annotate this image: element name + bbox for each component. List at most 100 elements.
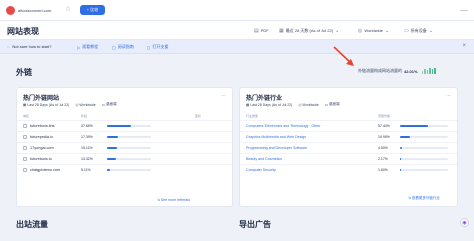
card-title: 热门外链网站 <box>23 96 60 102</box>
row-share: 13.32% <box>81 156 93 161</box>
date-range-select[interactable]: ▦ 最近 28 天数 (As of Jul 22) ⌄ <box>279 26 339 35</box>
see-more-industries-link[interactable]: ⇲ 查看更多外链行业 <box>408 196 440 201</box>
row-domain[interactable]: futurepedia.io <box>30 135 53 139</box>
region-select[interactable]: ◎ Worldwide ⌄ <box>358 26 389 35</box>
more-options-icon[interactable]: ⋯ <box>221 93 226 99</box>
card-filters: ▦ Last 28 Days (As of Jul 22) ◎ Worldwide … <box>246 102 340 107</box>
banner-question: ◌ Not sure how to start? <box>7 44 52 49</box>
more-options-icon[interactable]: ⋯ <box>446 93 451 99</box>
device-icon: ▭ <box>101 102 105 107</box>
share-bar <box>107 136 151 138</box>
row-domain[interactable]: futuretools.link <box>30 124 54 128</box>
chat-help-icon[interactable]: ◉ <box>460 218 469 227</box>
calendar-icon: ▦ <box>279 27 284 34</box>
row-domain[interactable]: futuretools.io <box>30 157 52 161</box>
mini-trend-bar <box>434 68 436 74</box>
menu-line-icon[interactable] <box>460 10 468 11</box>
open-support-link[interactable]: ◻ 打开支援 <box>147 44 168 50</box>
device-icon: ▭ <box>404 27 409 34</box>
share-bar-fill <box>400 125 428 127</box>
table-row[interactable]: Programming and Developer Software 4.50% <box>240 142 457 152</box>
close-icon[interactable]: × <box>462 43 466 49</box>
table-row[interactable]: 17yongai.com 15.11% <box>17 142 232 152</box>
share-bar-fill <box>400 158 401 160</box>
row-share: 17.39% <box>81 134 93 139</box>
row-industry[interactable]: Graphics Multimedia and Web Design <box>246 135 306 139</box>
share-bar-fill <box>107 169 111 171</box>
calendar-icon: ▦ <box>246 102 250 107</box>
table-row[interactable]: futuretools.io 13.32% <box>17 153 232 163</box>
table-row[interactable]: Graphics Multimedia and Web Design 19.99% <box>240 131 457 141</box>
table-row[interactable]: futurepedia.io 17.39% <box>17 131 232 141</box>
share-bar <box>107 125 151 127</box>
section-title-display-ads: 导出广告 <box>239 220 271 229</box>
top-bar: aitoolsconvert.com ☆ + 比较 <box>0 0 474 21</box>
row-share: 37.65% <box>81 123 93 128</box>
device-select[interactable]: ▭ 所有设备 ⌄ <box>404 26 433 35</box>
column-header-industry: 行业类型 <box>246 114 259 118</box>
page-header: 网站表现 ▤ PDF ▦ 最近 28 天数 (As of Jul 22) ⌄ ◎… <box>0 21 474 40</box>
lightbulb-icon: ◌ <box>7 44 10 49</box>
section-title-outgoing: 出站流量 <box>16 220 48 229</box>
site-favicon-icon <box>23 168 27 172</box>
table-row[interactable]: futuretools.link 37.65% <box>17 120 232 130</box>
row-industry[interactable]: Computer Security <box>246 168 276 172</box>
mini-trend-bar <box>426 70 429 74</box>
table-row[interactable]: Computers Electronics and Technology · O… <box>240 120 457 130</box>
share-bar <box>400 169 448 171</box>
compare-button[interactable]: + 比较 <box>80 5 105 15</box>
play-icon: ▷ <box>77 44 81 50</box>
table-row[interactable]: Computer Security 1.60% <box>240 164 457 174</box>
see-more-referrals-link[interactable]: ⇲ See more referrals <box>157 198 190 202</box>
pdf-button[interactable]: ▤ PDF <box>254 26 269 35</box>
calendar-icon: ▦ <box>23 102 27 107</box>
share-bar <box>400 136 448 138</box>
site-favicon-icon <box>6 6 15 15</box>
section-title-backlinks: 外链 <box>16 68 32 77</box>
arrow-icon: ⇲ <box>157 198 160 202</box>
watch-tutorial-link[interactable]: ▷ 观看教程 <box>77 44 98 50</box>
globe-icon: ◎ <box>298 102 302 107</box>
share-bar <box>400 158 448 160</box>
mini-trend-bar <box>431 69 434 74</box>
read-guide-link[interactable]: ▢ 阅读指南 <box>112 44 134 50</box>
mini-trend-chart <box>421 68 436 74</box>
globe-icon: ◎ <box>75 102 79 107</box>
share-bar-fill <box>107 125 132 127</box>
share-bar-fill <box>107 147 117 149</box>
share-bar-fill <box>400 169 401 171</box>
row-share: 5.11% <box>81 167 91 172</box>
table-row[interactable]: Beauty and Cosmetics 2.17% <box>240 153 457 163</box>
mini-trend-bar <box>421 71 424 74</box>
site-favicon-icon <box>23 146 27 150</box>
star-icon[interactable]: ☆ <box>65 6 71 13</box>
row-industry[interactable]: Computers Electronics and Technology · O… <box>246 124 320 128</box>
share-bar-fill <box>107 158 116 160</box>
chevron-down-icon: ⌄ <box>335 27 340 34</box>
row-industry[interactable]: Programming and Developer Software <box>246 146 307 150</box>
mini-trend-bar <box>424 69 426 74</box>
row-share: 15.11% <box>81 145 93 150</box>
share-bar-fill <box>107 136 119 138</box>
row-domain[interactable]: chatgptdemo.com <box>30 168 60 172</box>
share-bar <box>400 125 448 127</box>
table-row[interactable]: chatgptdemo.com 5.11% <box>17 164 232 174</box>
support-icon: ◻ <box>147 44 151 50</box>
card-filters: ▦ Last 28 Days (As of Jul 22) ◎ Worldwide … <box>23 102 117 107</box>
row-domain[interactable]: 17yongai.com <box>30 146 54 150</box>
top-referring-sites-card: 热门外链网站 ⋯ ▦ Last 28 Days (As of Jul 22) ◎ W… <box>16 87 233 207</box>
help-banner: ◌ Not sure how to start? ▷ 观看教程 ▢ 阅读指南 ◻… <box>0 40 474 54</box>
chevron-down-icon: ⌄ <box>428 27 433 34</box>
row-share: 1.60% <box>378 167 388 172</box>
book-icon: ▢ <box>112 44 116 50</box>
column-header-share: 外链 <box>81 114 88 118</box>
backlink-share-summary: 外链流量构成网站流量的 42.01% <box>358 68 436 74</box>
share-bar <box>107 158 151 160</box>
domain-text: aitoolsconvert.com <box>18 8 52 13</box>
chevron-down-icon: ⌄ <box>384 27 390 34</box>
mini-trend-bar <box>429 68 431 74</box>
column-header-traffic-share: 流量份额 <box>378 114 391 118</box>
row-industry[interactable]: Beauty and Cosmetics <box>246 157 282 161</box>
top-referring-industries-card: 热门外链行业 ⋯ ▦ Last 28 Days (As of Jul 22) ◎ W… <box>239 87 458 207</box>
share-bar <box>107 147 151 149</box>
